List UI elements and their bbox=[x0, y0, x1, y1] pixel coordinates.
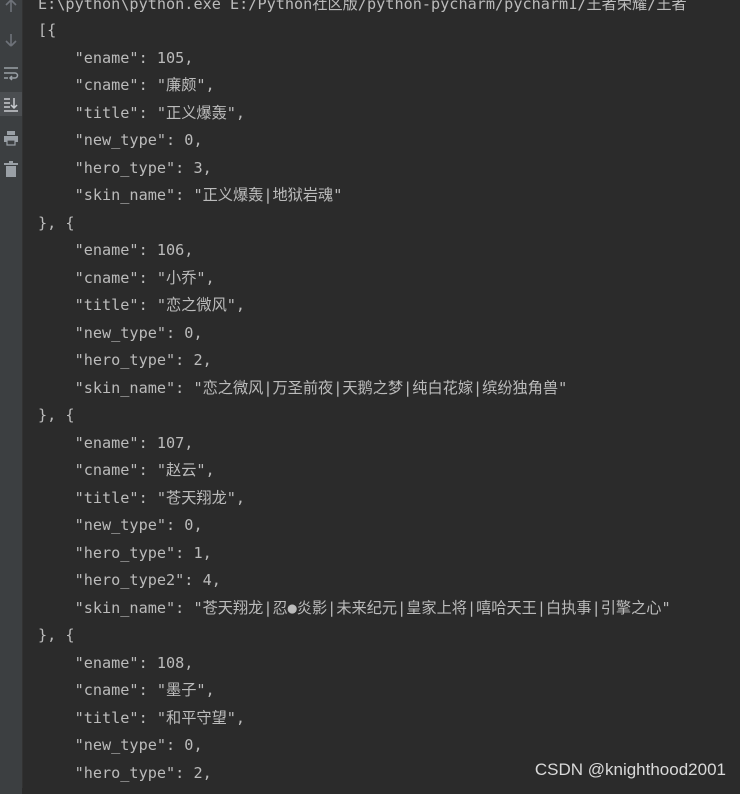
watermark: CSDN @knighthood2001 bbox=[534, 760, 726, 779]
console-line: "ename": 105, bbox=[38, 48, 194, 67]
console-line: "hero_type": 1, bbox=[38, 543, 212, 562]
console-line: "hero_type": 2, bbox=[38, 351, 212, 369]
console-line: "cname": "廉颇", bbox=[38, 76, 215, 94]
console-line: }, { bbox=[38, 626, 75, 644]
print-icon[interactable] bbox=[0, 128, 22, 148]
console-line: "cname": "赵云", bbox=[38, 461, 215, 479]
console-line: }, { bbox=[38, 406, 75, 424]
soft-wrap-icon[interactable] bbox=[0, 62, 22, 84]
console-line: "ename": 106, bbox=[38, 241, 194, 259]
console-line: "title": "和平守望", bbox=[38, 708, 246, 727]
console-line: "hero_type": 3, bbox=[38, 158, 212, 177]
console-command-line: E:\python\python.exe E:/Python社区版/python… bbox=[38, 0, 687, 13]
console-line: "ename": 107, bbox=[38, 433, 194, 452]
console-line: "new_type": 0, bbox=[38, 323, 203, 342]
horizontal-scrollbar[interactable] bbox=[22, 788, 740, 794]
console-line: "new_type": 0, bbox=[38, 131, 203, 149]
down-arrow-icon[interactable] bbox=[0, 30, 22, 50]
trash-icon[interactable] bbox=[0, 158, 22, 180]
console-line: "title": "恋之微风", bbox=[38, 296, 246, 314]
console-line: "hero_type": 2, bbox=[38, 763, 212, 782]
console-line: "title": "正义爆轰", bbox=[38, 103, 246, 122]
console-line: "ename": 108, bbox=[38, 653, 194, 672]
console-line: }, { bbox=[38, 213, 75, 232]
console-line: "hero_type2": 4, bbox=[38, 571, 221, 589]
console-line: "cname": "墨子", bbox=[38, 681, 215, 699]
up-arrow-icon[interactable] bbox=[0, 0, 22, 16]
console-line: "cname": "小乔", bbox=[38, 268, 215, 287]
console-toolbar bbox=[0, 0, 23, 794]
console-line: "skin_name": "苍天翔龙|忍●炎影|未来纪元|皇家上将|嘻哈天王|白… bbox=[38, 598, 671, 617]
console-line: "skin_name": "恋之微风|万圣前夜|天鹅之梦|纯白花嫁|缤纷独角兽" bbox=[38, 378, 568, 397]
console-line: [{ bbox=[38, 21, 57, 39]
console-output[interactable]: E:\python\python.exe E:/Python社区版/python… bbox=[22, 0, 740, 794]
console-line: "new_type": 0, bbox=[38, 736, 203, 754]
console-line: "title": "苍天翔龙", bbox=[38, 488, 246, 507]
scroll-to-end-icon[interactable] bbox=[0, 92, 22, 116]
console-line: "skin_name": "正义爆轰|地狱岩魂" bbox=[38, 186, 343, 204]
console-line: "new_type": 0, bbox=[38, 516, 203, 534]
